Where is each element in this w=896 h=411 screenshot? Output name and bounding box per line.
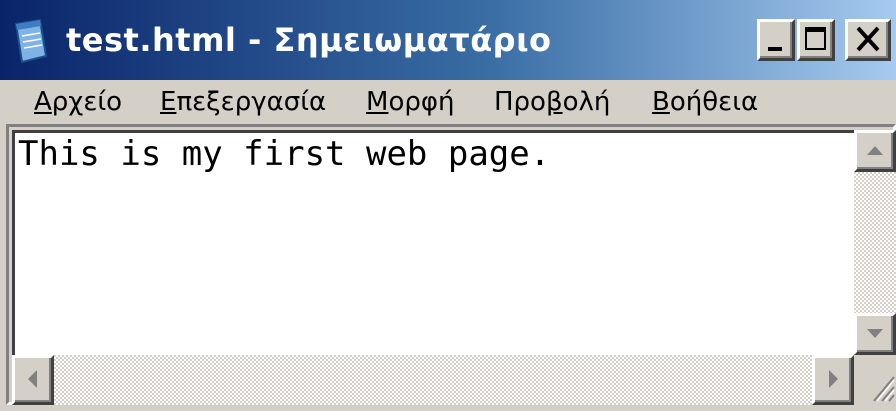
- menu-view[interactable]: Προβολή: [494, 80, 610, 124]
- maximize-icon: [805, 27, 826, 50]
- scroll-down-button[interactable]: [854, 313, 896, 355]
- resize-grip-icon: [873, 376, 895, 402]
- menu-file[interactable]: Αρχείο: [34, 80, 122, 124]
- menu-file-accel: Α: [34, 87, 52, 117]
- menu-bar: Αρχείο Επεξεργασία Μορφή Προβολή Βοήθεια: [0, 80, 896, 124]
- maximize-button[interactable]: [797, 19, 835, 61]
- menu-edit-accel: Ε: [160, 87, 177, 117]
- title-bar[interactable]: test.html - Σημειωματάριο: [0, 0, 896, 80]
- scroll-up-button[interactable]: [854, 130, 896, 172]
- arrow-down-icon: [867, 329, 883, 338]
- notepad-app-icon: [14, 18, 48, 64]
- editor-text-area[interactable]: This is my first web page.: [18, 132, 848, 352]
- menu-format[interactable]: Μορφή: [366, 80, 454, 124]
- menu-view-pre: Προ: [494, 87, 546, 117]
- resize-grip[interactable]: [854, 355, 896, 405]
- menu-help-accel: Β: [652, 87, 670, 117]
- close-button[interactable]: [845, 19, 891, 61]
- menu-format-label: ορφή: [388, 87, 455, 117]
- arrow-left-icon: [28, 370, 37, 388]
- minimize-icon: [768, 47, 782, 51]
- horizontal-scrollbar[interactable]: [12, 355, 854, 405]
- vertical-scrollbar[interactable]: [854, 130, 896, 355]
- scroll-right-button[interactable]: [812, 355, 854, 405]
- minimize-button[interactable]: [757, 19, 795, 61]
- menu-help-label: οήθεια: [669, 87, 759, 117]
- notepad-window: test.html - Σημειωματάριο Αρχείο Επεξεργ…: [0, 0, 896, 411]
- menu-view-label: ολή: [562, 87, 611, 117]
- menu-edit[interactable]: Επεξεργασία: [160, 80, 326, 124]
- scroll-left-button[interactable]: [12, 355, 54, 405]
- menu-view-accel: β: [545, 87, 563, 117]
- close-icon: [856, 26, 880, 52]
- arrow-right-icon: [829, 370, 838, 388]
- menu-format-accel: Μ: [366, 87, 389, 117]
- window-title: test.html - Σημειωματάριο: [66, 21, 552, 59]
- menu-help[interactable]: Βοήθεια: [652, 80, 758, 124]
- menu-file-label: ρχείο: [51, 87, 123, 117]
- arrow-up-icon: [867, 146, 883, 155]
- menu-edit-label: πεξεργασία: [176, 87, 327, 117]
